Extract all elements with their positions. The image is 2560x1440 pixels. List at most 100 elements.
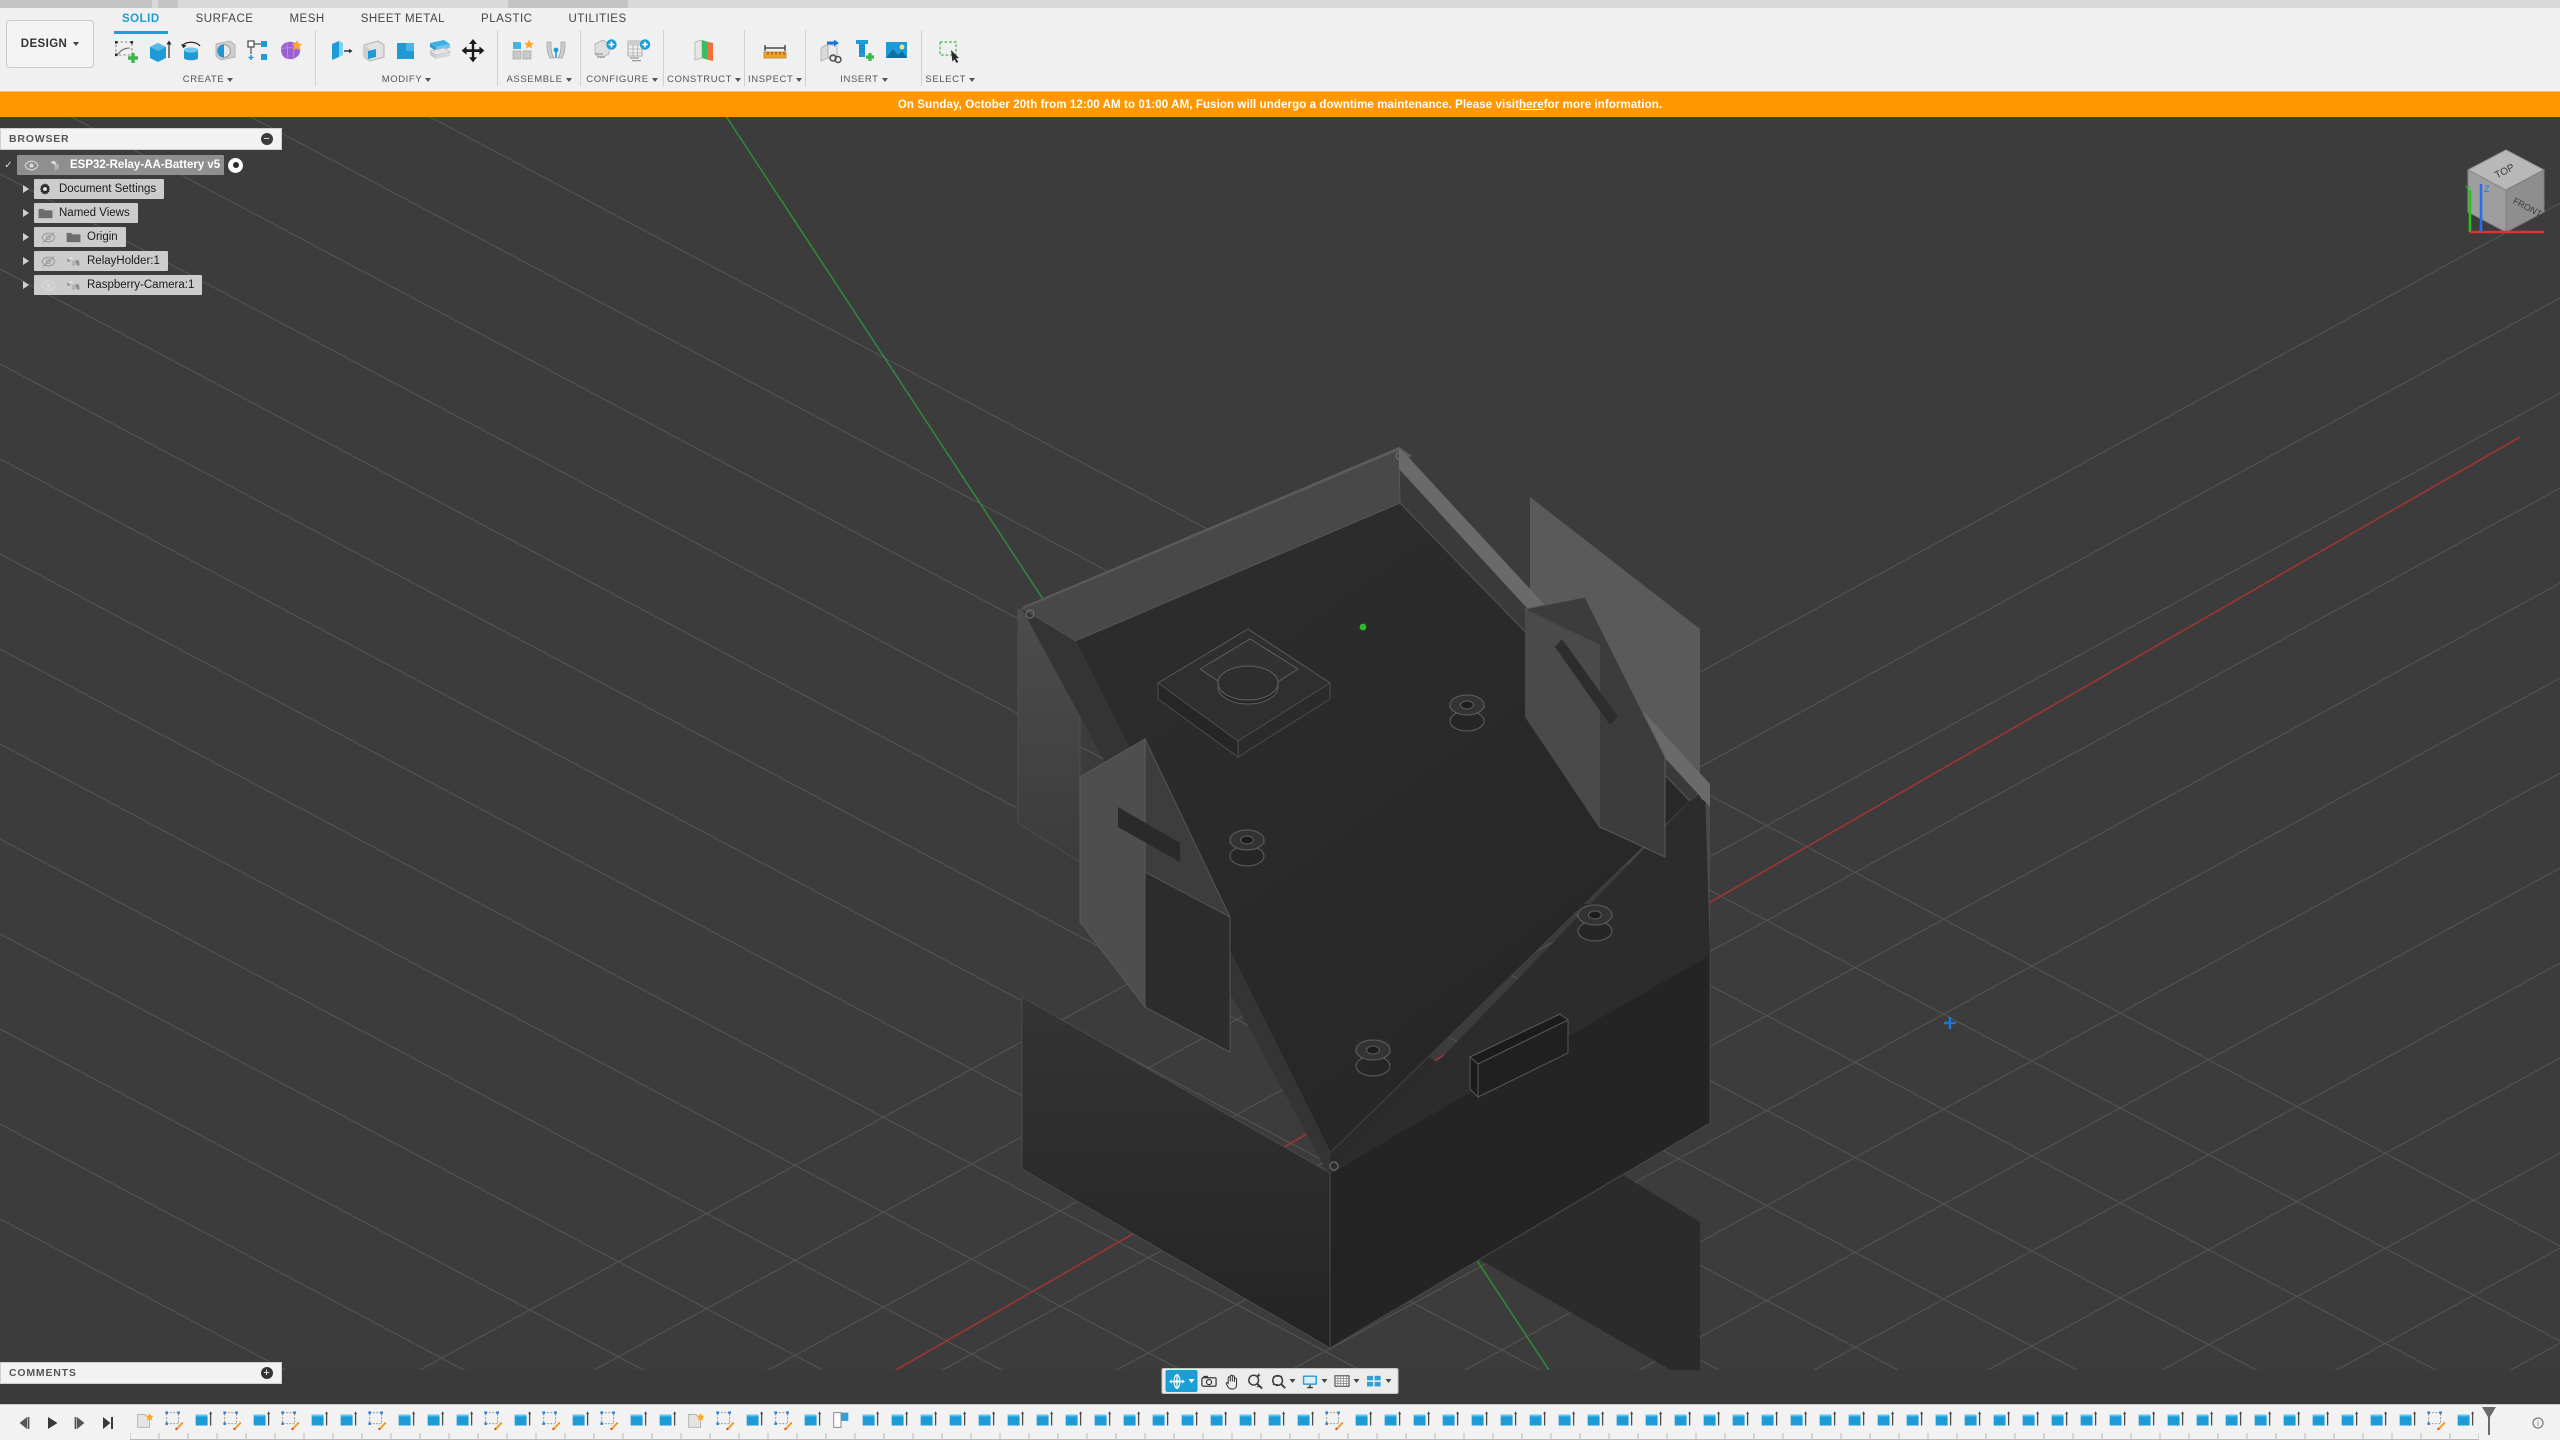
eye-closed-icon[interactable] bbox=[37, 254, 59, 269]
3d-viewport[interactable] bbox=[0, 117, 2560, 1370]
timeline-feature-extrude[interactable] bbox=[884, 1407, 913, 1433]
timeline-feature-sketch[interactable] bbox=[2421, 1407, 2450, 1433]
timeline-feature-extrude[interactable] bbox=[1261, 1407, 1290, 1433]
select-window-icon[interactable] bbox=[935, 36, 966, 67]
orbit-icon[interactable] bbox=[1165, 1370, 1198, 1392]
timeline-feature-extrude[interactable] bbox=[1087, 1407, 1116, 1433]
timeline-feature-extrude[interactable] bbox=[1725, 1407, 1754, 1433]
timeline-feature-plane[interactable] bbox=[826, 1407, 855, 1433]
browser-expand-arrow[interactable] bbox=[17, 185, 34, 193]
timeline-feature-extrude[interactable] bbox=[1145, 1407, 1174, 1433]
browser-item-named-views[interactable]: Named Views bbox=[0, 201, 282, 225]
timeline-feature-extrude[interactable] bbox=[1493, 1407, 1522, 1433]
sphere-icon[interactable] bbox=[209, 36, 240, 67]
measure-icon[interactable] bbox=[760, 36, 791, 67]
timeline-feature-sketch[interactable] bbox=[594, 1407, 623, 1433]
timeline-feature-extrude[interactable] bbox=[2450, 1407, 2479, 1433]
timeline-feature-extrude[interactable] bbox=[2131, 1407, 2160, 1433]
timeline-feature-extrude[interactable] bbox=[1754, 1407, 1783, 1433]
eye-closed-icon[interactable] bbox=[37, 230, 59, 245]
timeline-settings[interactable]: i bbox=[2516, 1416, 2560, 1429]
timeline-feature-extrude[interactable] bbox=[2247, 1407, 2276, 1433]
browser-item-tile[interactable]: Named Views bbox=[34, 203, 138, 223]
ribbon-group-label-insert[interactable]: INSERT bbox=[840, 72, 888, 88]
browser-item-tile[interactable]: RelayHolder:1 bbox=[34, 251, 168, 271]
timeline-feature-sketch[interactable] bbox=[478, 1407, 507, 1433]
configuration-table-icon[interactable] bbox=[623, 36, 654, 67]
timeline-feature-extrude[interactable] bbox=[1638, 1407, 1667, 1433]
timeline-feature-extrude[interactable] bbox=[188, 1407, 217, 1433]
browser-item-tile[interactable]: Raspberry-Camera:1 bbox=[34, 275, 203, 295]
insert-mcmaster-icon[interactable] bbox=[848, 36, 879, 67]
minus-circle-icon[interactable]: − bbox=[261, 133, 273, 145]
revolve-icon[interactable] bbox=[176, 36, 207, 67]
timeline-feature-extrude[interactable] bbox=[2334, 1407, 2363, 1433]
browser-expand-arrow[interactable] bbox=[17, 209, 34, 217]
timeline-feature-extrude[interactable] bbox=[1406, 1407, 1435, 1433]
timeline-feature-extrude[interactable] bbox=[2392, 1407, 2421, 1433]
ribbon-tab-mesh[interactable]: MESH bbox=[271, 8, 342, 32]
timeline-feature-extrude[interactable] bbox=[1058, 1407, 1087, 1433]
plus-circle-icon[interactable]: + bbox=[261, 1367, 273, 1379]
press-pull-icon[interactable] bbox=[325, 36, 356, 67]
timeline-feature-sketch[interactable] bbox=[768, 1407, 797, 1433]
browser-item-origin[interactable]: Origin bbox=[0, 225, 282, 249]
browser-expand-arrow[interactable] bbox=[17, 233, 34, 241]
timeline-feature-extrude[interactable] bbox=[449, 1407, 478, 1433]
browser-item-document-settings[interactable]: Document Settings bbox=[0, 177, 282, 201]
browser-item-root[interactable]: ✓ ESP32-Relay-AA-Battery v5 bbox=[0, 153, 282, 177]
browser-expand-arrow[interactable] bbox=[17, 281, 34, 289]
timeline-feature-extrude[interactable] bbox=[971, 1407, 1000, 1433]
timeline-feature-extrude[interactable] bbox=[913, 1407, 942, 1433]
timeline-feature-extrude[interactable] bbox=[391, 1407, 420, 1433]
timeline-feature-extrude[interactable] bbox=[1812, 1407, 1841, 1433]
joint-icon[interactable] bbox=[540, 36, 571, 67]
timeline-feature-extrude[interactable] bbox=[1232, 1407, 1261, 1433]
timeline-feature-extrude[interactable] bbox=[652, 1407, 681, 1433]
ribbon-tab-surface[interactable]: SURFACE bbox=[178, 8, 272, 32]
timeline-feature-extrude[interactable] bbox=[623, 1407, 652, 1433]
canvas-image-icon[interactable] bbox=[881, 36, 912, 67]
ribbon-group-label-assemble[interactable]: ASSEMBLE bbox=[506, 72, 572, 88]
timeline-track[interactable] bbox=[130, 1405, 2516, 1440]
timeline-feature-new-component[interactable] bbox=[130, 1407, 159, 1433]
banner-link[interactable]: here bbox=[1519, 99, 1544, 111]
pan-icon[interactable] bbox=[1221, 1370, 1244, 1392]
combine-icon[interactable] bbox=[391, 36, 422, 67]
look-at-icon[interactable] bbox=[1198, 1370, 1221, 1392]
ribbon-group-label-create[interactable]: CREATE bbox=[183, 72, 234, 88]
offset-face-icon[interactable] bbox=[424, 36, 455, 67]
browser-item-raspberry-camera[interactable]: Raspberry-Camera:1 bbox=[0, 273, 282, 297]
timeline-feature-extrude[interactable] bbox=[1377, 1407, 1406, 1433]
timeline-feature-extrude[interactable] bbox=[1580, 1407, 1609, 1433]
timeline-feature-extrude[interactable] bbox=[1899, 1407, 1928, 1433]
step-forward-icon[interactable] bbox=[72, 1416, 88, 1430]
timeline-feature-extrude[interactable] bbox=[2363, 1407, 2392, 1433]
timeline-feature-sketch[interactable] bbox=[275, 1407, 304, 1433]
workspace-switcher[interactable]: DESIGN bbox=[6, 20, 94, 68]
timeline-feature-extrude[interactable] bbox=[1870, 1407, 1899, 1433]
timeline-feature-extrude[interactable] bbox=[2305, 1407, 2334, 1433]
browser-item-tile[interactable]: Origin bbox=[34, 227, 126, 247]
viewports-icon[interactable] bbox=[1363, 1370, 1395, 1392]
timeline-feature-extrude[interactable] bbox=[420, 1407, 449, 1433]
create-configuration-icon[interactable] bbox=[590, 36, 621, 67]
fit-icon[interactable] bbox=[1267, 1370, 1299, 1392]
view-cube[interactable]: TOP FRONT Y Z bbox=[2432, 128, 2552, 248]
timeline-feature-extrude[interactable] bbox=[1174, 1407, 1203, 1433]
ribbon-tab-plastic[interactable]: PLASTIC bbox=[463, 8, 550, 32]
move-copy-icon[interactable] bbox=[457, 36, 488, 67]
timeline-feature-extrude[interactable] bbox=[2276, 1407, 2305, 1433]
new-component-icon[interactable] bbox=[507, 36, 538, 67]
timeline-feature-sketch[interactable] bbox=[710, 1407, 739, 1433]
grid-snaps-icon[interactable] bbox=[1331, 1370, 1363, 1392]
extrude-icon[interactable] bbox=[143, 36, 174, 67]
ribbon-group-label-construct[interactable]: CONSTRUCT bbox=[667, 72, 742, 88]
timeline-feature-extrude[interactable] bbox=[1522, 1407, 1551, 1433]
timeline-feature-extrude[interactable] bbox=[2102, 1407, 2131, 1433]
zoom-icon[interactable] bbox=[1244, 1370, 1267, 1392]
timeline-feature-extrude[interactable] bbox=[855, 1407, 884, 1433]
browser-activate-radio[interactable] bbox=[228, 157, 244, 173]
ribbon-tab-sheet-metal[interactable]: SHEET METAL bbox=[343, 8, 463, 32]
eye-open-icon[interactable] bbox=[37, 278, 59, 293]
